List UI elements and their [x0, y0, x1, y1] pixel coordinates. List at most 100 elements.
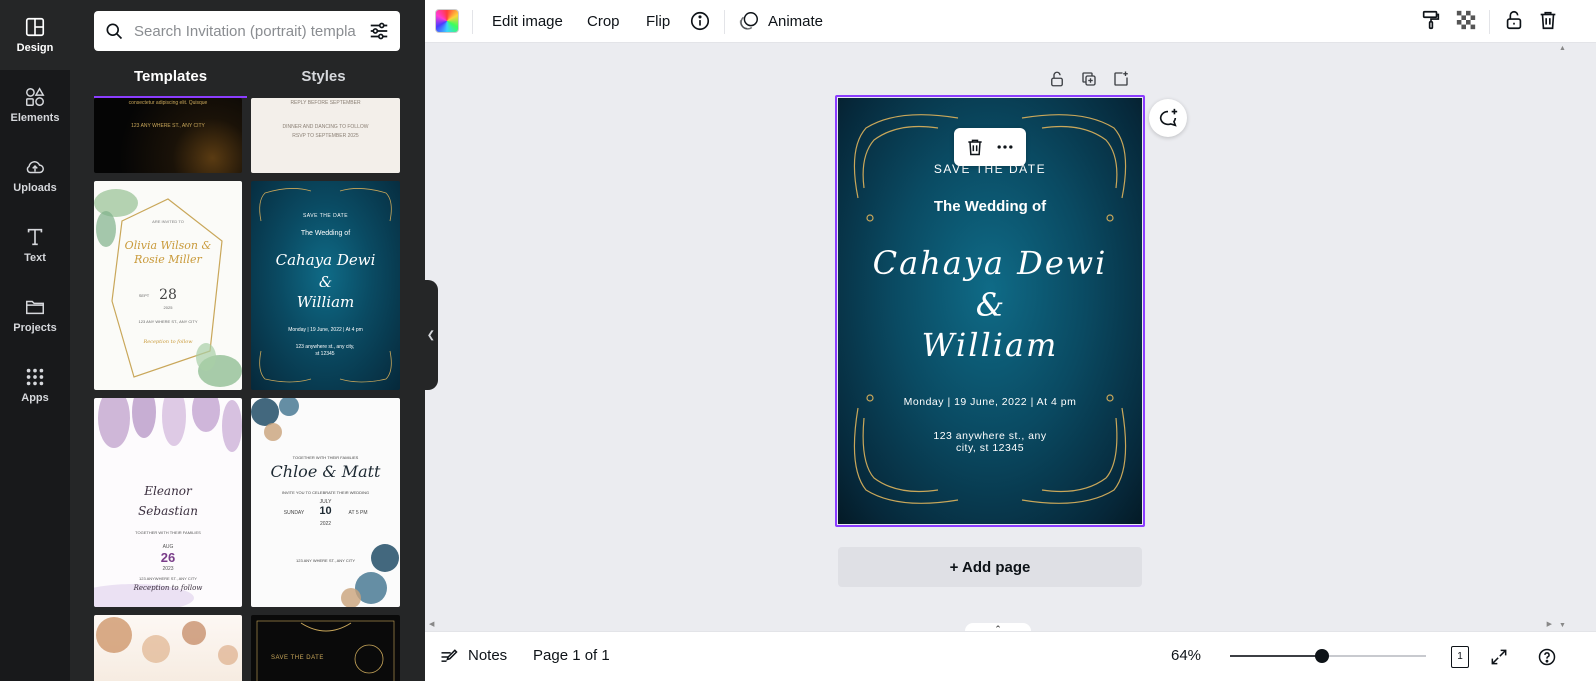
collapse-panel-handle[interactable]: ❮: [424, 280, 438, 390]
thumb-text: Cahaya Dewi: [275, 251, 376, 269]
notes-icon[interactable]: [439, 647, 459, 667]
thumb-text: INVITE YOU TO CELEBRATE THEIR WEDDING: [281, 490, 370, 495]
info-icon: [690, 11, 710, 31]
template-thumbnail[interactable]: SAVE THE DATE: [251, 615, 400, 681]
edit-image-label: Edit image: [492, 12, 563, 30]
notes-button[interactable]: Notes: [468, 647, 507, 664]
search-icon: [106, 23, 123, 40]
thumb-text: 10: [319, 505, 332, 517]
rail-item-uploads[interactable]: Uploads: [0, 140, 70, 210]
thumb-text: 123 ANY WHERE ST., ANY CITY: [131, 123, 205, 129]
cloud-upload-icon: [26, 161, 44, 174]
color-picker-button[interactable]: [435, 0, 459, 43]
page-grid-view-button[interactable]: 1: [1451, 646, 1469, 668]
panel-tabs: Templates Styles: [94, 66, 400, 98]
template-search[interactable]: [94, 11, 400, 51]
animate-circles-icon: [739, 12, 758, 30]
thumb-text: DINNER AND DANCING TO FOLLOW: [282, 124, 369, 130]
floral-illustration: [96, 617, 238, 665]
thumb-text: TOGETHER WITH THEIR FAMILIES: [292, 455, 359, 460]
zoom-slider-knob[interactable]: [1315, 649, 1330, 663]
rail-item-projects[interactable]: Projects: [0, 280, 70, 350]
zoom-level[interactable]: 64%: [1171, 647, 1201, 664]
crop-button[interactable]: Crop: [587, 0, 620, 43]
rail-item-text[interactable]: Text: [0, 210, 70, 280]
thumb-text: Reception to follow: [143, 339, 193, 345]
gold-lace-ornament: [256, 620, 395, 681]
thumb-day: 28: [159, 287, 177, 303]
thumb-text: TOGETHER WITH THEIR FAMILIES: [135, 530, 201, 535]
animate-button[interactable]: Animate: [738, 0, 823, 43]
grid-icon: [26, 368, 44, 386]
thumb-text: William: [296, 293, 355, 311]
more-options-icon[interactable]: [995, 137, 1015, 157]
page-tools: [1048, 70, 1130, 88]
thumb-text: &: [318, 273, 333, 291]
lock-page-icon[interactable]: [1048, 70, 1066, 88]
zoom-slider-fill: [1230, 655, 1323, 657]
rail-item-label: Text: [24, 252, 46, 264]
scroll-down-arrow-icon[interactable]: ▼: [1559, 622, 1566, 629]
transparency-checker-icon[interactable]: [1455, 9, 1477, 31]
thumb-text: REPLY BEFORE SEPTEMBER: [290, 100, 361, 106]
add-page-icon[interactable]: [1112, 70, 1130, 88]
duplicate-page-icon[interactable]: [1080, 70, 1098, 88]
vertical-scrollbar[interactable]: ▲ ▼: [1556, 43, 1568, 631]
add-comment-button[interactable]: [1149, 99, 1187, 137]
search-input[interactable]: [134, 22, 362, 40]
template-thumbnail[interactable]: consectetur adipiscing elit. Quisque 123…: [94, 98, 242, 173]
rail-item-apps[interactable]: Apps: [0, 350, 70, 420]
fullscreen-expand-icon[interactable]: [1489, 647, 1509, 667]
help-icon[interactable]: [1537, 647, 1557, 667]
chevron-left-icon: ❮: [426, 329, 436, 341]
paint-roller-icon[interactable]: [1420, 9, 1442, 31]
rail-item-elements[interactable]: Elements: [0, 70, 70, 140]
thumb-text: Monday | 19 June, 2022 | At 4 pm: [288, 327, 363, 333]
divider: [472, 10, 473, 34]
tab-styles[interactable]: Styles: [247, 66, 400, 98]
trash-icon[interactable]: [965, 137, 985, 157]
rail-item-label: Uploads: [13, 182, 57, 194]
rail-item-label: Apps: [21, 392, 49, 404]
filter-sliders-icon[interactable]: [368, 20, 390, 42]
edit-image-button[interactable]: Edit image: [492, 0, 563, 43]
rail-item-label: Design: [16, 42, 54, 54]
shapes-icon: [26, 87, 45, 106]
thumb-names: Olivia Wilson & Rosie Miller: [124, 239, 212, 266]
thumb-text: consectetur adipiscing elit. Quisque: [128, 100, 208, 106]
info-button[interactable]: [689, 0, 711, 43]
rail-item-label: Elements: [10, 112, 60, 124]
template-thumbnail[interactable]: REPLY BEFORE SEPTEMBER DINNER AND DANCIN…: [251, 98, 400, 173]
trash-icon[interactable]: [1537, 9, 1559, 31]
flip-button[interactable]: Flip: [646, 0, 670, 43]
thumb-text: 2022: [319, 521, 332, 527]
scroll-left-arrow-icon[interactable]: ◀: [429, 620, 434, 628]
add-page-button[interactable]: + Add page: [838, 547, 1142, 587]
folder-icon: [26, 300, 44, 315]
tab-templates[interactable]: Templates: [94, 66, 247, 98]
top-toolbar: Edit image Crop Flip Animate: [425, 0, 1596, 43]
rail-item-design[interactable]: Design: [0, 0, 70, 70]
thumb-text: Sebastian: [138, 504, 198, 518]
lock-icon[interactable]: [1503, 9, 1525, 31]
thumb-text: 123 ANY WHERE ST., ANY CITY: [138, 319, 198, 324]
text-t-icon: [27, 228, 43, 246]
page-indicator[interactable]: Page 1 of 1: [533, 647, 610, 664]
scroll-right-arrow-icon[interactable]: ▶: [1547, 620, 1552, 628]
template-thumbnail[interactable]: TOGETHER WITH THEIR FAMILIES Chloe & Mat…: [251, 398, 400, 607]
template-thumbnail[interactable]: [94, 615, 242, 681]
template-thumbnail[interactable]: ARE INVITED TO Olivia Wilson & Rosie Mil…: [94, 181, 242, 390]
thumb-text: Chloe & Matt: [270, 462, 381, 481]
thumb-text: SAVE THE DATE: [271, 655, 324, 661]
template-thumbnail[interactable]: Eleanor Sebastian TOGETHER WITH THEIR FA…: [94, 398, 242, 607]
left-rail: Design Elements Uploads Text Projects Ap…: [0, 0, 70, 681]
template-thumbnail[interactable]: SAVE THE DATE The Wedding of Cahaya Dewi…: [251, 181, 400, 390]
thumb-text: 123 anywhere st., any city, st 12345: [295, 344, 355, 357]
element-floating-menu: [954, 128, 1026, 166]
thumb-text: 123 ANY WHERE ST., ANY CITY: [296, 558, 355, 563]
thumb-text: Eleanor: [144, 484, 192, 498]
zoom-slider[interactable]: [1230, 649, 1426, 663]
thumb-text: SAVE THE DATE: [302, 213, 349, 219]
scroll-up-arrow-icon[interactable]: ▲: [1559, 45, 1566, 52]
flip-label: Flip: [646, 12, 671, 30]
